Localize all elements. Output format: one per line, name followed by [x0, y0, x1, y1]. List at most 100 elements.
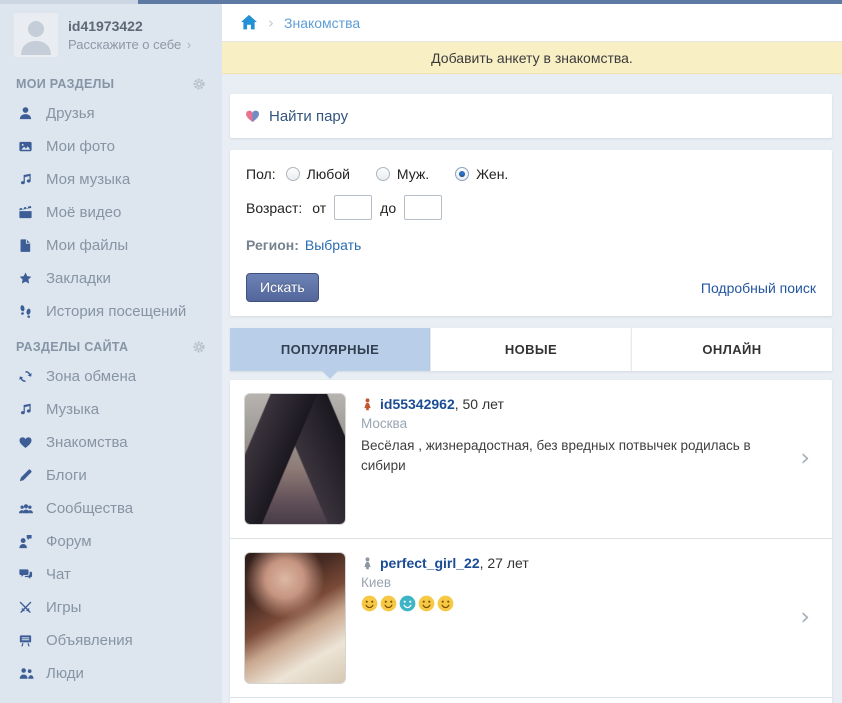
gear-icon[interactable]: [192, 340, 206, 354]
sidebar-item[interactable]: Блоги: [0, 459, 222, 492]
file-icon: [16, 238, 35, 253]
sidebar-item[interactable]: Зона обмена: [0, 360, 222, 393]
add-profile-banner[interactable]: Добавить анкету в знакомства.: [222, 42, 842, 74]
sidebar-item[interactable]: Форум: [0, 525, 222, 558]
profile-row[interactable]: perfect_girl_22, 27 летКиев›: [230, 538, 832, 697]
breadcrumb: › Знакомства: [222, 4, 842, 42]
people-icon: [16, 666, 35, 681]
gender-radio-label: Жен.: [476, 166, 508, 182]
sidebar-item-label: Моё видео: [46, 204, 121, 221]
sidebar-section-header: МОИ РАЗДЕЛЫ: [0, 77, 222, 91]
profile-city: Киев: [361, 575, 793, 590]
profile-city: Москва: [361, 416, 793, 431]
gender-radio-label: Муж.: [397, 166, 429, 182]
profile-row-partial: [230, 697, 832, 703]
pen-icon: [16, 468, 35, 483]
blue-smiley-emoji: [399, 595, 416, 612]
laughing-emoji: [361, 595, 378, 612]
region-label: Регион:: [246, 237, 299, 253]
profile-description: Весёлая , жизнерадостная, без вредных по…: [361, 436, 793, 475]
profile-photo[interactable]: [244, 552, 346, 684]
chat-icon: [16, 567, 35, 582]
profile-username-link[interactable]: perfect_girl_22: [380, 555, 480, 571]
sidebar: id41973422 Расскажите о себе › МОИ РАЗДЕ…: [0, 0, 222, 703]
sidebar-item[interactable]: Друзья: [0, 97, 222, 130]
footprints-icon: [16, 304, 35, 319]
grin-emoji: [418, 595, 435, 612]
sidebar-item-label: Сообщества: [46, 500, 133, 517]
photo-icon: [16, 139, 35, 154]
profile-age: , 27 лет: [480, 555, 529, 571]
forum-icon: [16, 534, 35, 549]
sidebar-item[interactable]: Моё видео: [0, 196, 222, 229]
search-form: Пол: ЛюбойМуж.Жен. Возраст: от до Регион…: [230, 150, 832, 316]
sidebar-item[interactable]: Люди: [0, 657, 222, 690]
profile-photo[interactable]: [244, 393, 346, 525]
sidebar-item[interactable]: История посещений: [0, 295, 222, 328]
age-to-input[interactable]: [404, 195, 442, 220]
sidebar-item[interactable]: Чат: [0, 558, 222, 591]
sidebar-item[interactable]: Объявления: [0, 624, 222, 657]
music-icon: [16, 172, 35, 187]
chevron-right-icon: ›: [800, 444, 810, 472]
tab-1[interactable]: НОВЫЕ: [430, 328, 631, 371]
search-button[interactable]: Искать: [246, 273, 319, 302]
gender-label: Пол:: [246, 166, 276, 182]
breadcrumb-current[interactable]: Знакомства: [284, 15, 360, 31]
tab-2[interactable]: ОНЛАЙН: [631, 328, 832, 371]
profile-row[interactable]: id55342962, 50 летМоскваВесёлая , жизнер…: [230, 380, 832, 538]
sidebar-item-label: Моя музыка: [46, 171, 130, 188]
board-icon: [16, 633, 35, 648]
sidebar-item-label: Мои файлы: [46, 237, 128, 254]
sidebar-item-label: Музыка: [46, 401, 99, 418]
age-from-label: от: [312, 200, 326, 216]
sidebar-item-label: Игры: [46, 599, 81, 616]
sidebar-item-label: Закладки: [46, 270, 111, 287]
user-id[interactable]: id41973422: [68, 18, 191, 34]
avatar[interactable]: [14, 13, 58, 57]
user-icon: [16, 106, 35, 121]
find-pair-title[interactable]: Найти пару: [269, 108, 348, 125]
sidebar-item[interactable]: Мои фото: [0, 130, 222, 163]
sidebar-section-title: РАЗДЕЛЫ САЙТА: [16, 340, 128, 354]
radio-unchecked-icon[interactable]: [376, 167, 390, 181]
gender-radio-option[interactable]: Жен.: [455, 166, 508, 182]
profile-username-link[interactable]: id55342962: [380, 396, 455, 412]
sidebar-item[interactable]: Игры: [0, 591, 222, 624]
tabs-bar: ПОПУЛЯРНЫЕНОВЫЕОНЛАЙН: [230, 328, 832, 371]
advanced-search-link[interactable]: Подробный поиск: [701, 280, 816, 296]
exchange-icon: [16, 369, 35, 384]
age-from-input[interactable]: [334, 195, 372, 220]
gender-radio-option[interactable]: Любой: [286, 166, 350, 182]
swords-icon: [16, 600, 35, 615]
sidebar-item[interactable]: Музыка: [0, 393, 222, 426]
radio-checked-icon[interactable]: [455, 167, 469, 181]
sidebar-item[interactable]: Закладки: [0, 262, 222, 295]
sidebar-item[interactable]: Знакомства: [0, 426, 222, 459]
sidebar-item-label: Объявления: [46, 632, 133, 649]
blush-emoji: [437, 595, 454, 612]
region-select-link[interactable]: Выбрать: [305, 237, 361, 253]
video-icon: [16, 205, 35, 220]
home-icon[interactable]: [240, 14, 258, 31]
sidebar-item[interactable]: Сообщества: [0, 492, 222, 525]
sidebar-item-label: Друзья: [46, 105, 95, 122]
profile-list: id55342962, 50 летМоскваВесёлая , жизнер…: [230, 380, 832, 703]
user-subtitle[interactable]: Расскажите о себе ›: [68, 37, 191, 52]
gender-radio-label: Любой: [307, 166, 350, 182]
breadcrumb-separator: ›: [268, 14, 274, 32]
sidebar-user-card[interactable]: id41973422 Расскажите о себе ›: [0, 0, 222, 65]
gender-radio-option[interactable]: Муж.: [376, 166, 429, 182]
female-icon: [361, 397, 374, 412]
radio-unchecked-icon[interactable]: [286, 167, 300, 181]
tab-0[interactable]: ПОПУЛЯРНЫЕ: [230, 328, 430, 371]
female-icon: [361, 556, 374, 571]
group-icon: [16, 501, 35, 516]
sidebar-item[interactable]: Моя музыка: [0, 163, 222, 196]
sidebar-item-label: Люди: [46, 665, 84, 682]
gear-icon[interactable]: [192, 77, 206, 91]
sidebar-item[interactable]: Мои файлы: [0, 229, 222, 262]
age-label: Возраст:: [246, 200, 302, 216]
grin-emoji: [380, 595, 397, 612]
sidebar-item-label: Зона обмена: [46, 368, 136, 385]
